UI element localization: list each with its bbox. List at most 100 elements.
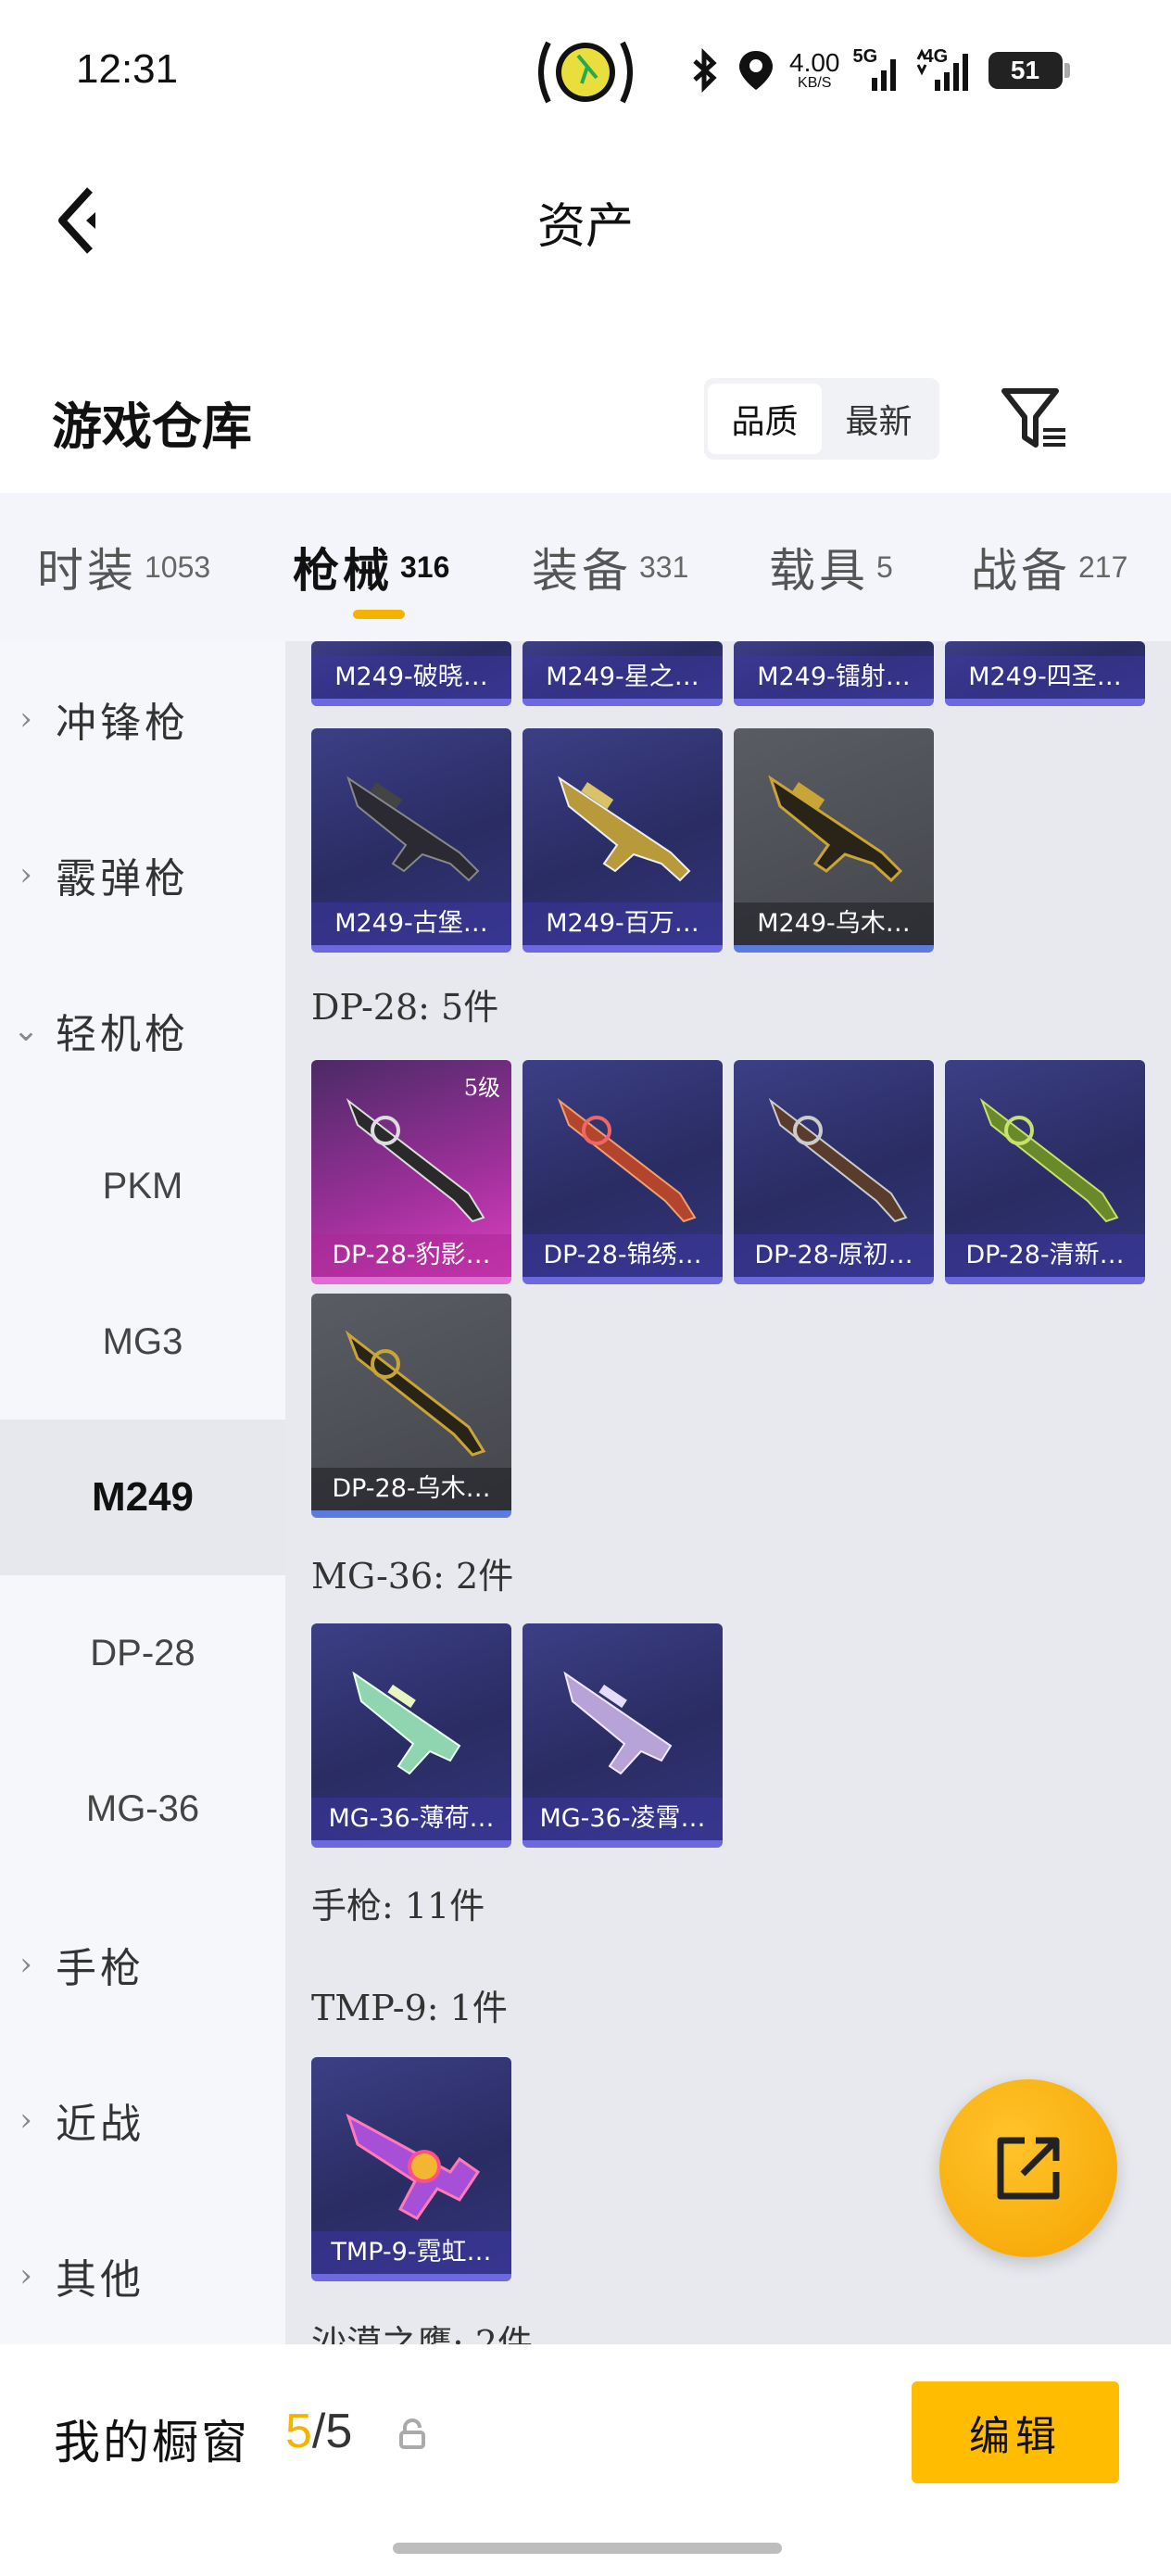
rifle-icon	[563, 1671, 673, 1775]
weapon-card-label: M249-镭射…	[734, 656, 934, 699]
weapon-card-label: DP-28-清新…	[945, 1234, 1145, 1277]
weapon-card-label: M249-古堡…	[311, 903, 511, 945]
chevron-down-icon: ⌄	[12, 1012, 44, 1049]
sidebar-item-other[interactable]: › 其他	[0, 2198, 285, 2354]
network-speed: 4.00 KB/S	[789, 50, 840, 91]
sidebar-item-label: 轻机枪	[56, 1011, 189, 1058]
machine-gun-icon	[558, 776, 691, 882]
weapon-card[interactable]: DP-28-乌木…	[311, 1294, 511, 1518]
chevron-right-icon: ›	[19, 1946, 36, 1983]
tab-count: 331	[639, 549, 689, 584]
weapon-card[interactable]: M249-百万…	[523, 728, 723, 953]
status-bar: 12:31 4.00 KB/S 5G 4G 51	[0, 0, 1171, 139]
weapon-card[interactable]: MG-36-凌霄…	[523, 1623, 723, 1848]
filter-icon[interactable]	[997, 380, 1075, 458]
weapon-card-label: MG-36-薄荷…	[311, 1798, 511, 1840]
sidebar-item-label: 手枪	[56, 1945, 145, 1992]
group-header-mg36: MG-36: 2件	[311, 1556, 514, 1597]
weapon-card[interactable]: MG-36-薄荷…	[311, 1623, 511, 1848]
sort-toggle: 品质 最新	[704, 378, 939, 460]
group-header-pistol: 手枪: 11件	[311, 1886, 485, 1926]
weapon-card[interactable]: M249-四圣…	[945, 641, 1145, 706]
weapon-card-label: MG-36-凌霄…	[523, 1798, 723, 1840]
tab-label: 载具	[769, 544, 869, 598]
weapon-card[interactable]: 5级 DP-28-豹影…	[311, 1060, 511, 1284]
sort-quality-button[interactable]: 品质	[708, 384, 822, 454]
weapon-card[interactable]: M249-星之…	[523, 641, 723, 706]
sidebar-item-label: 冲锋枪	[56, 700, 189, 747]
showcase-bar: 我的橱窗 5/5 编辑	[0, 2344, 1171, 2576]
share-button[interactable]	[939, 2079, 1117, 2257]
page-title: 资产	[536, 199, 634, 255]
signal-4g-icon: 4G	[914, 46, 976, 95]
battery-icon: 51	[988, 52, 1070, 89]
weapon-card-label: M249-破晓…	[311, 656, 511, 699]
weapon-card-label: M249-四圣…	[945, 656, 1145, 699]
chevron-right-icon: ›	[19, 701, 36, 738]
smg-icon	[346, 2113, 481, 2220]
sidebar-item-label: 霰弹枪	[56, 855, 189, 903]
sidebar-item-shotgun[interactable]: › 霰弹枪	[0, 797, 285, 953]
tab-label: 装备	[532, 544, 632, 598]
sidebar-item-mg3[interactable]: MG3	[0, 1264, 285, 1420]
chevron-right-icon: ›	[19, 2102, 36, 2139]
rifle-icon	[346, 1098, 485, 1223]
signal-5g-icon: 5G	[853, 46, 901, 95]
weapon-category-sidebar: › 冲锋枪 › 霰弹枪 ⌄ 轻机枪 PKM MG3 M249 DP-28 MG-…	[0, 641, 285, 2344]
weapon-card[interactable]: M249-乌木…	[734, 728, 934, 953]
weapon-card[interactable]: DP-28-清新…	[945, 1060, 1145, 1284]
rifle-icon	[979, 1098, 1119, 1223]
tab-supplies[interactable]: 战备 217	[971, 493, 1127, 641]
showcase-count: 5/5	[285, 2404, 352, 2459]
tab-fashion[interactable]: 时装 1053	[37, 493, 210, 641]
tab-count: 316	[400, 549, 450, 584]
weapon-card-label: M249-百万…	[523, 903, 723, 945]
rifle-icon	[352, 1671, 461, 1775]
showcase-count-total: /5	[311, 2405, 353, 2458]
status-time: 12:31	[76, 46, 179, 92]
rifle-icon	[768, 1098, 908, 1223]
machine-gun-icon	[346, 776, 480, 882]
speed-value: 4.00	[789, 48, 840, 77]
group-header-dp28: DP-28: 5件	[311, 987, 499, 1028]
weapon-card[interactable]: M249-镭射…	[734, 641, 934, 706]
showcase-count-value: 5	[285, 2405, 312, 2458]
group-header-tmp9: TMP-9: 1件	[311, 1988, 508, 2028]
sidebar-item-mg36[interactable]: MG-36	[0, 1731, 285, 1887]
sidebar-item-m249[interactable]: M249	[0, 1420, 285, 1575]
tab-label: 枪械	[293, 543, 393, 598]
chevron-right-icon: ›	[19, 2257, 36, 2294]
weapon-card-label: DP-28-锦绣…	[523, 1234, 723, 1277]
weapon-card[interactable]: DP-28-锦绣…	[523, 1060, 723, 1284]
weapon-card[interactable]: DP-28-原初…	[734, 1060, 934, 1284]
section-title: 游戏仓库	[52, 397, 252, 456]
chevron-right-icon: ›	[19, 856, 36, 893]
sort-latest-button[interactable]: 最新	[822, 384, 936, 454]
speed-unit: KB/S	[798, 75, 832, 91]
sidebar-item-pkm[interactable]: PKM	[0, 1108, 285, 1264]
machine-gun-icon	[768, 775, 903, 883]
rifle-icon	[557, 1098, 697, 1223]
sidebar-item-lmg[interactable]: ⌄ 轻机枪	[0, 953, 285, 1108]
app-header: 资产	[0, 139, 1171, 302]
status-icons: 4.00 KB/S 5G 4G 51	[686, 37, 1070, 104]
edit-button[interactable]: 编辑	[912, 2381, 1119, 2483]
share-icon	[997, 2137, 1060, 2200]
sidebar-item-label: 其他	[56, 2256, 145, 2304]
weapon-card[interactable]: M249-破晓…	[311, 641, 511, 706]
tab-label: 时装	[37, 544, 137, 598]
weapon-card-label: DP-28-乌木…	[311, 1468, 511, 1510]
tab-firearms[interactable]: 枪械 316	[293, 493, 449, 641]
weapon-card[interactable]: M249-古堡…	[311, 728, 511, 953]
group-header-desert-eagle: 沙漠之鹰: 2件	[311, 2323, 534, 2344]
lock-icon	[399, 2418, 425, 2449]
tab-vehicles[interactable]: 载具 5	[769, 493, 893, 641]
sidebar-item-dp28[interactable]: DP-28	[0, 1575, 285, 1731]
home-indicator[interactable]	[393, 2543, 782, 2554]
tab-equipment[interactable]: 装备 331	[532, 493, 688, 641]
weapon-card[interactable]: TMP-9-霓虹…	[311, 2057, 511, 2281]
rifle-icon	[345, 1330, 486, 1457]
sidebar-item-smg[interactable]: › 冲锋枪	[0, 641, 285, 797]
sidebar-item-melee[interactable]: › 近战	[0, 2042, 285, 2198]
sidebar-item-pistol[interactable]: › 手枪	[0, 1887, 285, 2042]
